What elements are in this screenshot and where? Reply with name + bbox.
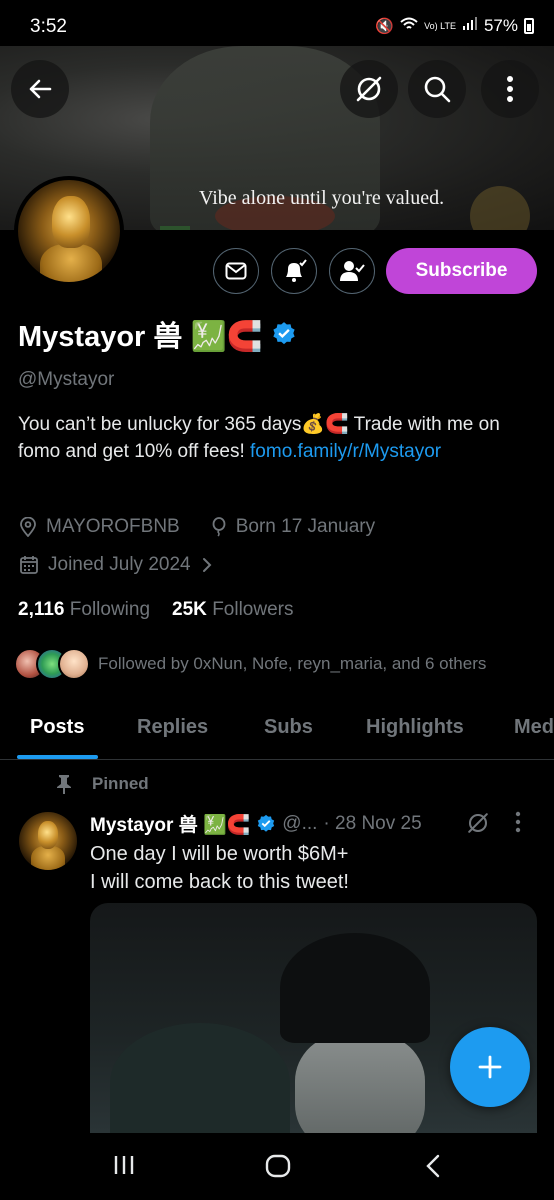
birthday-icon xyxy=(212,517,226,537)
tweet-text-line: I will come back to this tweet! xyxy=(90,871,349,893)
followers-link[interactable]: 25K Followers xyxy=(172,599,293,621)
pinned-indicator: Pinned xyxy=(56,774,149,794)
status-time: 3:52 xyxy=(30,16,67,37)
pinned-label: Pinned xyxy=(92,774,149,793)
avatar-statue-head xyxy=(52,196,90,248)
media-beanie xyxy=(280,933,430,1043)
message-icon xyxy=(225,262,247,280)
banner-caption: Vibe alone until you're valued. xyxy=(199,187,445,209)
tab-media[interactable]: Med xyxy=(514,716,554,739)
grok-button[interactable] xyxy=(340,60,398,118)
compose-button[interactable] xyxy=(450,1027,530,1107)
grok-icon xyxy=(356,76,382,102)
search-button[interactable] xyxy=(408,60,466,118)
media-face xyxy=(295,1033,425,1133)
grok-icon xyxy=(468,813,488,833)
tweet-avatar[interactable] xyxy=(19,812,77,870)
profile-location: MAYOROFBNB xyxy=(46,516,180,537)
subscribe-button[interactable]: Subscribe xyxy=(386,248,537,294)
profile-meta-row: MAYOROFBNB Born 17 January xyxy=(20,516,375,538)
followed-by-row[interactable]: Followed by 0xNun, Nofe, reyn_maria, and… xyxy=(14,648,486,680)
battery-icon xyxy=(524,18,534,34)
verified-icon[interactable] xyxy=(271,321,297,347)
calendar-icon xyxy=(20,556,38,574)
verified-icon xyxy=(258,814,275,832)
profile-name-row: Mystayor 兽 💹🧲 xyxy=(18,313,297,355)
following-button[interactable] xyxy=(329,248,375,294)
following-label: Following xyxy=(69,599,151,620)
battery-percent: 57% xyxy=(483,16,518,35)
tab-highlights[interactable]: Highlights xyxy=(366,716,464,739)
following-count: 2,116 xyxy=(18,599,65,620)
tweet-grok-button[interactable] xyxy=(466,811,490,840)
mute-icon: 🔇 xyxy=(375,18,395,35)
tweet-date[interactable]: · 28 Nov 25 xyxy=(323,813,421,835)
system-nav-bar xyxy=(0,1133,554,1200)
nav-recents-icon xyxy=(114,1156,134,1174)
avatar-statue-body xyxy=(31,846,65,870)
chevron-right-icon xyxy=(202,558,212,572)
followed-by-text: Followed by 0xNun, Nofe, reyn_maria, and… xyxy=(98,654,487,673)
pin-icon xyxy=(57,775,71,794)
profile-avatar[interactable] xyxy=(14,176,124,286)
tweet-text[interactable]: One day I will be worth $6M+ I will come… xyxy=(90,840,349,896)
nav-back-icon xyxy=(426,1154,440,1178)
wifi-icon xyxy=(400,17,418,35)
message-button[interactable] xyxy=(213,248,259,294)
nav-recents-button[interactable] xyxy=(112,1153,136,1182)
following-link[interactable]: 2,116 Following xyxy=(18,599,150,621)
profile-tabs: Posts Replies Subs Highlights Med xyxy=(0,700,554,760)
nav-home-button[interactable] xyxy=(265,1153,291,1184)
followers-count: 25K xyxy=(172,599,207,620)
followers-label: Followers xyxy=(212,599,294,620)
follow-check-icon xyxy=(340,261,365,281)
banner-light xyxy=(470,186,530,230)
nav-back-button[interactable] xyxy=(424,1153,442,1184)
profile-joined-row[interactable]: Joined July 2024 xyxy=(20,554,213,576)
avatar-statue-body xyxy=(40,244,102,282)
status-icons: 🔇 Vo) LTE 57% xyxy=(375,16,534,36)
profile-handle: @Mystayor xyxy=(18,369,115,390)
tweet-author-name[interactable]: Mystayor 兽 💹🧲 xyxy=(90,810,250,837)
status-bar: 3:52 🔇 Vo) LTE 57% xyxy=(0,0,554,46)
location-icon xyxy=(20,517,36,537)
back-button[interactable] xyxy=(11,60,69,118)
more-vertical-icon xyxy=(507,76,513,102)
more-vertical-icon xyxy=(515,811,521,833)
tweet-more-button[interactable] xyxy=(515,811,521,838)
profile-birthday: Born 17 January xyxy=(235,516,376,537)
bio-link[interactable]: fomo.family/r/Mystayor xyxy=(250,441,441,462)
back-arrow-icon xyxy=(29,79,52,99)
plus-icon xyxy=(478,1055,502,1079)
bell-icon xyxy=(286,259,307,282)
follower-avatar xyxy=(58,648,90,680)
tweet-author-handle[interactable]: @... xyxy=(282,813,317,835)
nav-home-icon xyxy=(265,1154,291,1178)
tab-replies[interactable]: Replies xyxy=(137,716,208,739)
media-coat xyxy=(110,1023,290,1133)
signal-icon xyxy=(462,17,478,35)
tweet-header: Mystayor 兽 💹🧲 @... · 28 Nov 25 xyxy=(90,810,422,837)
network-label: Vo) LTE xyxy=(424,20,456,31)
display-name: Mystayor 兽 💹🧲 xyxy=(18,321,263,353)
search-icon xyxy=(424,76,451,103)
banner-bottle xyxy=(160,226,190,230)
tweet-text-line: One day I will be worth $6M+ xyxy=(90,843,349,865)
more-button[interactable] xyxy=(481,60,539,118)
tab-subs[interactable]: Subs xyxy=(264,716,313,739)
follow-counts: 2,116 Following 25K Followers xyxy=(18,599,294,621)
profile-bio: You can’t be unlucky for 365 days💰🧲 Trad… xyxy=(18,411,538,465)
avatar-statue-head xyxy=(38,821,58,849)
profile-joined: Joined July 2024 xyxy=(48,554,191,575)
active-tab-indicator xyxy=(17,755,98,759)
tab-posts[interactable]: Posts xyxy=(30,716,84,739)
notifications-button[interactable] xyxy=(271,248,317,294)
